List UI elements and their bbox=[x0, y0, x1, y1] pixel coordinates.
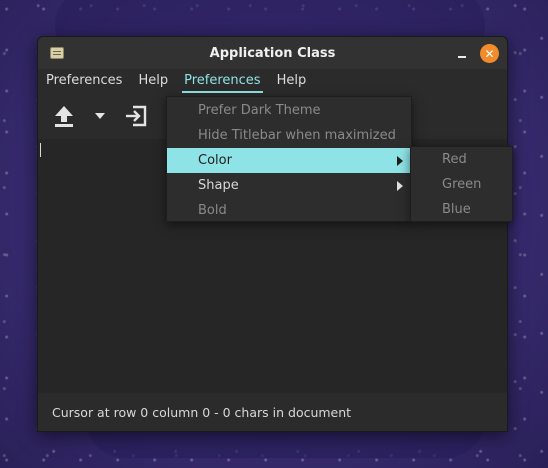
submenu-item-green[interactable]: Green bbox=[411, 172, 512, 197]
menu-help[interactable]: Help bbox=[130, 69, 176, 93]
titlebar[interactable]: Application Class ✕ bbox=[38, 37, 507, 69]
menu-item-bold[interactable]: Bold bbox=[167, 198, 411, 223]
upload-icon bbox=[55, 106, 73, 127]
statusbar: Cursor at row 0 column 0 - 0 chars in do… bbox=[38, 393, 507, 431]
close-button[interactable]: ✕ bbox=[480, 44, 499, 63]
text-cursor bbox=[40, 143, 41, 157]
submenu-item-blue[interactable]: Blue bbox=[411, 197, 512, 222]
dropdown-arrow-icon bbox=[95, 113, 105, 119]
menu-item-hide-titlebar[interactable]: Hide Titlebar when maximized bbox=[167, 123, 411, 148]
menu-item-label: Color bbox=[198, 153, 232, 168]
submenu-arrow-icon bbox=[397, 181, 403, 191]
submenu-arrow-icon bbox=[397, 156, 403, 166]
minimize-button[interactable] bbox=[452, 43, 472, 63]
app-icon bbox=[50, 47, 64, 59]
menu-item-shape[interactable]: Shape bbox=[167, 173, 411, 198]
status-text: Cursor at row 0 column 0 - 0 chars in do… bbox=[52, 404, 352, 420]
menu-item-color[interactable]: Color bbox=[167, 148, 411, 173]
menu-item-label: Prefer Dark Theme bbox=[198, 103, 321, 118]
color-submenu: Red Green Blue bbox=[410, 146, 513, 222]
login-icon bbox=[126, 105, 147, 127]
submenu-item-red[interactable]: Red bbox=[411, 147, 512, 172]
menu-item-label: Hide Titlebar when maximized bbox=[198, 128, 396, 143]
menu-item-label: Shape bbox=[198, 178, 239, 193]
preferences-dropdown: Prefer Dark Theme Hide Titlebar when max… bbox=[166, 96, 412, 222]
dropdown-button[interactable] bbox=[84, 100, 116, 132]
menubar: Preferences Help Preferences Help bbox=[38, 69, 507, 93]
login-button[interactable] bbox=[120, 100, 152, 132]
menu-help-second[interactable]: Help bbox=[269, 69, 315, 93]
menu-item-prefer-dark-theme[interactable]: Prefer Dark Theme bbox=[167, 98, 411, 123]
menu-preferences-active[interactable]: Preferences bbox=[176, 69, 268, 93]
upload-button[interactable] bbox=[48, 100, 80, 132]
menu-preferences[interactable]: Preferences bbox=[38, 69, 130, 93]
window-title: Application Class bbox=[209, 45, 336, 61]
menu-item-label: Bold bbox=[198, 203, 227, 218]
minimize-icon bbox=[458, 56, 466, 58]
